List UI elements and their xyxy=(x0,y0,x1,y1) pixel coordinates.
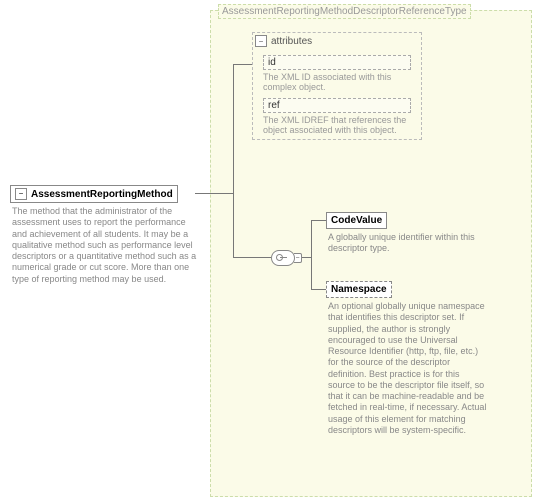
root-desc: The method that the administrator of the… xyxy=(12,206,202,285)
sequence-icon[interactable]: − xyxy=(271,250,302,266)
collapse-icon[interactable]: − xyxy=(15,188,27,200)
collapse-icon[interactable]: − xyxy=(255,35,267,47)
child-codevalue[interactable]: CodeValue xyxy=(326,212,387,229)
type-title: AssessmentReportingMethodDescriptorRefer… xyxy=(218,4,471,19)
attr-id[interactable]: id xyxy=(263,55,411,70)
child-namespace[interactable]: Namespace xyxy=(326,281,392,298)
namespace-label: Namespace xyxy=(331,284,387,295)
attributes-block: − attributes id The XML ID associated wi… xyxy=(252,32,422,140)
root-label: AssessmentReportingMethod xyxy=(31,189,173,200)
attr-ref-desc: The XML IDREF that references the object… xyxy=(263,115,411,135)
namespace-desc: An optional globally unique namespace th… xyxy=(328,301,488,436)
attributes-heading: attributes xyxy=(271,36,312,47)
codevalue-desc: A globally unique identifier within this… xyxy=(328,232,483,255)
attr-ref[interactable]: ref xyxy=(263,98,411,113)
root-element[interactable]: − AssessmentReportingMethod xyxy=(10,185,178,203)
codevalue-label: CodeValue xyxy=(331,215,382,226)
attr-id-desc: The XML ID associated with this complex … xyxy=(263,72,411,92)
